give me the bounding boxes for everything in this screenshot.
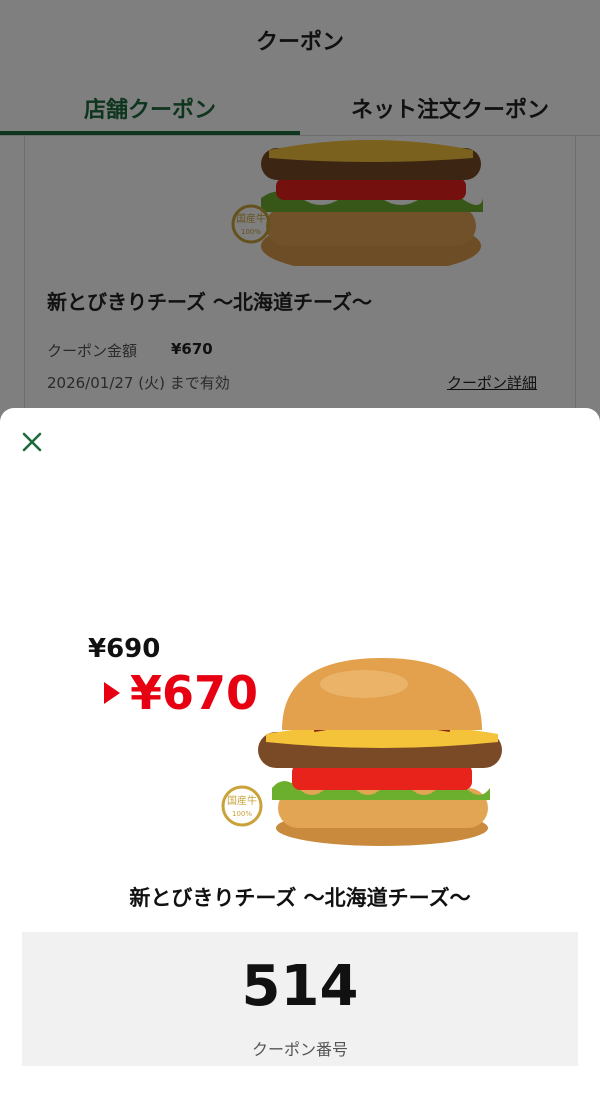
original-price: ¥690 [88,634,161,664]
product-name: 新とびきりチーズ 〜北海道チーズ〜 [129,886,471,910]
burger-image: 国産牛 100% [221,658,502,846]
svg-text:国産牛: 国産牛 [227,794,257,807]
play-arrow-icon [104,682,120,704]
coupon-number-label: クーポン番号 [251,1040,348,1059]
svg-text:100%: 100% [232,810,252,818]
coupon-number: 514 [241,954,359,1019]
close-icon[interactable] [16,426,48,458]
badge-icon: 国産牛 100% [221,785,263,827]
coupon-code-box: 514 クーポン番号 [22,932,578,1066]
coupon-bottom-sheet: ¥690 ¥670 国産牛 100% 新とびきりチーズ 〜北海道チーズ〜 514… [0,408,600,1100]
